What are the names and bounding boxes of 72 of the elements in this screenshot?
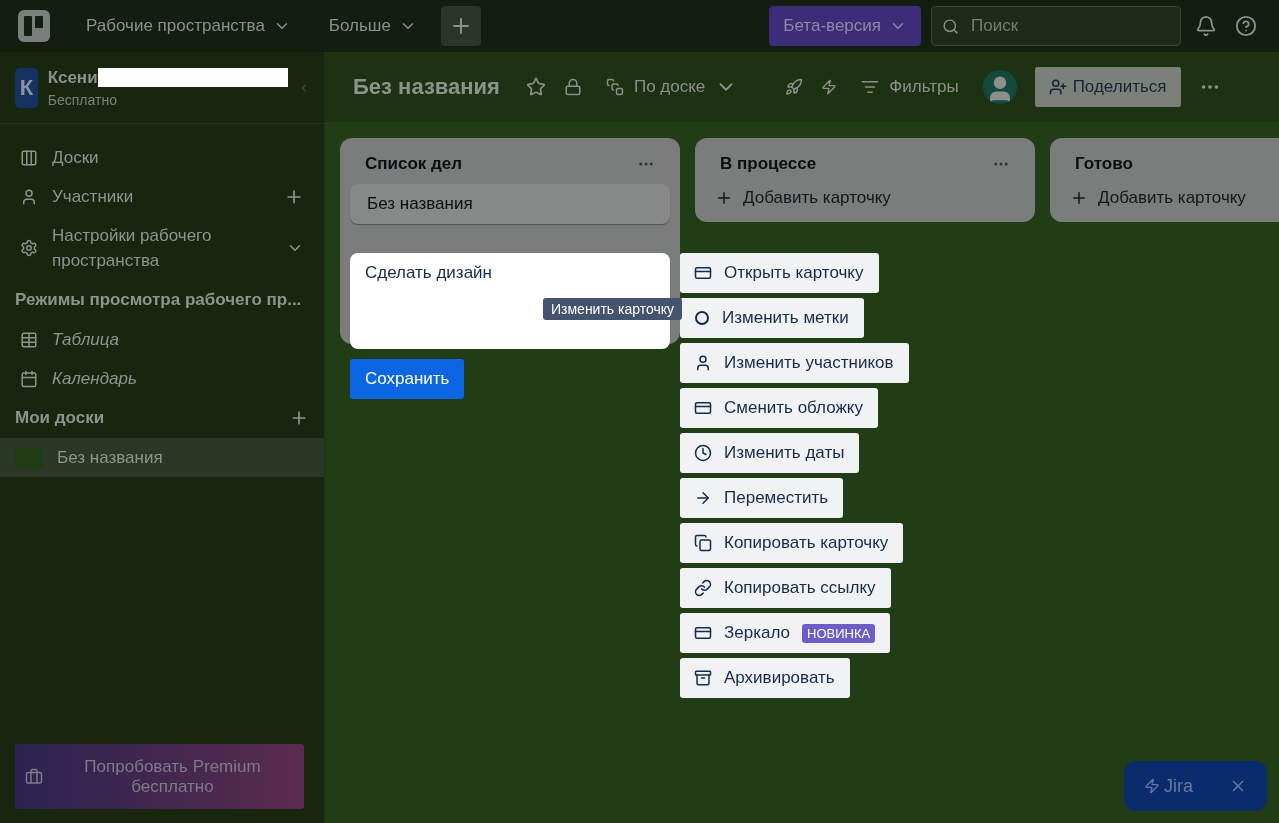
section-heading: Мои доски [15, 408, 105, 428]
menu-item[interactable]: Архивировать [680, 658, 850, 698]
menu-item[interactable]: Изменить метки [680, 298, 864, 338]
help-icon[interactable] [1235, 15, 1257, 37]
briefcase-icon [25, 767, 43, 786]
create-button[interactable] [440, 6, 481, 46]
workspace-name: Ксени [47, 67, 98, 88]
boards-icon [20, 148, 38, 167]
task-card[interactable]: Без названия [350, 184, 670, 224]
menu-item[interactable]: Копировать карточку [680, 523, 904, 563]
menu-item[interactable]: Переместить [680, 478, 844, 518]
board-view-icon [605, 78, 624, 96]
save-button[interactable]: Сохранить [350, 359, 465, 399]
sidebar-item[interactable]: Настройки рабочего пространства [52, 223, 272, 273]
add-person-icon [1048, 78, 1067, 96]
jira-link[interactable]: Jira [1144, 775, 1193, 797]
tooltip: Изменить карточку [543, 298, 683, 320]
label-icon [694, 310, 710, 326]
link-icon [694, 579, 712, 597]
menu-item[interactable]: Зеркало НОВИНКА [680, 613, 891, 653]
section-heading: Режимы просмотра рабочего пр... [15, 290, 302, 310]
sidebar-item[interactable]: Таблица [52, 327, 304, 352]
more-menu[interactable]: Больше [314, 10, 431, 42]
card-icon [694, 624, 712, 642]
menu-item[interactable]: Изменить участников [680, 343, 909, 383]
arrow-right-icon [694, 489, 712, 507]
plus-icon [715, 189, 733, 207]
calendar-icon [20, 369, 38, 388]
person-icon [694, 354, 712, 372]
list-title: Готово [1075, 154, 1133, 174]
user-avatar[interactable] [982, 70, 1017, 104]
share-button[interactable]: Поделиться [1034, 67, 1181, 107]
filters-button[interactable]: Фильтры [855, 77, 965, 97]
sidebar-item[interactable]: Доски [52, 145, 304, 170]
search-input[interactable]: Поиск [969, 15, 1149, 37]
star-icon[interactable] [525, 77, 546, 97]
card-icon [694, 264, 712, 282]
sidebar-item[interactable]: Календарь [52, 366, 304, 391]
board-item[interactable]: Без названия [0, 438, 324, 477]
settings-icon [20, 239, 38, 257]
workspaces-menu[interactable]: Рабочие пространства [72, 10, 305, 42]
add-card-button[interactable]: Добавить карточку [705, 184, 1025, 212]
copy-icon [694, 534, 712, 552]
filter-icon [861, 78, 880, 96]
person-icon [20, 187, 38, 206]
sidebar-item[interactable]: Участники [52, 184, 270, 209]
view-switcher[interactable]: По доске [599, 76, 744, 98]
plan-label: Бесплатно [47, 91, 118, 108]
rocket-icon[interactable] [785, 78, 804, 96]
list-title: В процессе [720, 154, 817, 174]
clock-icon [694, 444, 712, 462]
search-field[interactable]: Поиск [931, 6, 1181, 46]
menu-item[interactable]: Сменить обложку [680, 388, 878, 428]
menu-item[interactable]: Открыть карточку [680, 253, 879, 293]
app-logo[interactable] [18, 10, 50, 42]
archive-icon [694, 669, 712, 687]
list-title: Список дел [365, 154, 463, 174]
beta-button[interactable]: Бета-версия [769, 6, 921, 46]
card-icon [694, 399, 712, 417]
workspace-avatar: К [15, 67, 38, 108]
add-card-button[interactable]: Добавить карточку [1060, 184, 1279, 212]
lock-icon[interactable] [563, 78, 582, 96]
lightning-icon[interactable] [821, 79, 838, 95]
table-icon [20, 330, 38, 349]
plus-icon [1070, 189, 1088, 207]
bell-icon[interactable] [1195, 15, 1217, 37]
menu-item[interactable]: Изменить даты [680, 433, 860, 473]
premium-button[interactable]: Попробовать Premium бесплатно [15, 744, 304, 809]
board-title: Без названия [353, 74, 500, 100]
new-badge: НОВИНКА [802, 623, 876, 643]
search-icon [942, 17, 959, 35]
menu-item[interactable]: Копировать ссылку [680, 568, 891, 608]
